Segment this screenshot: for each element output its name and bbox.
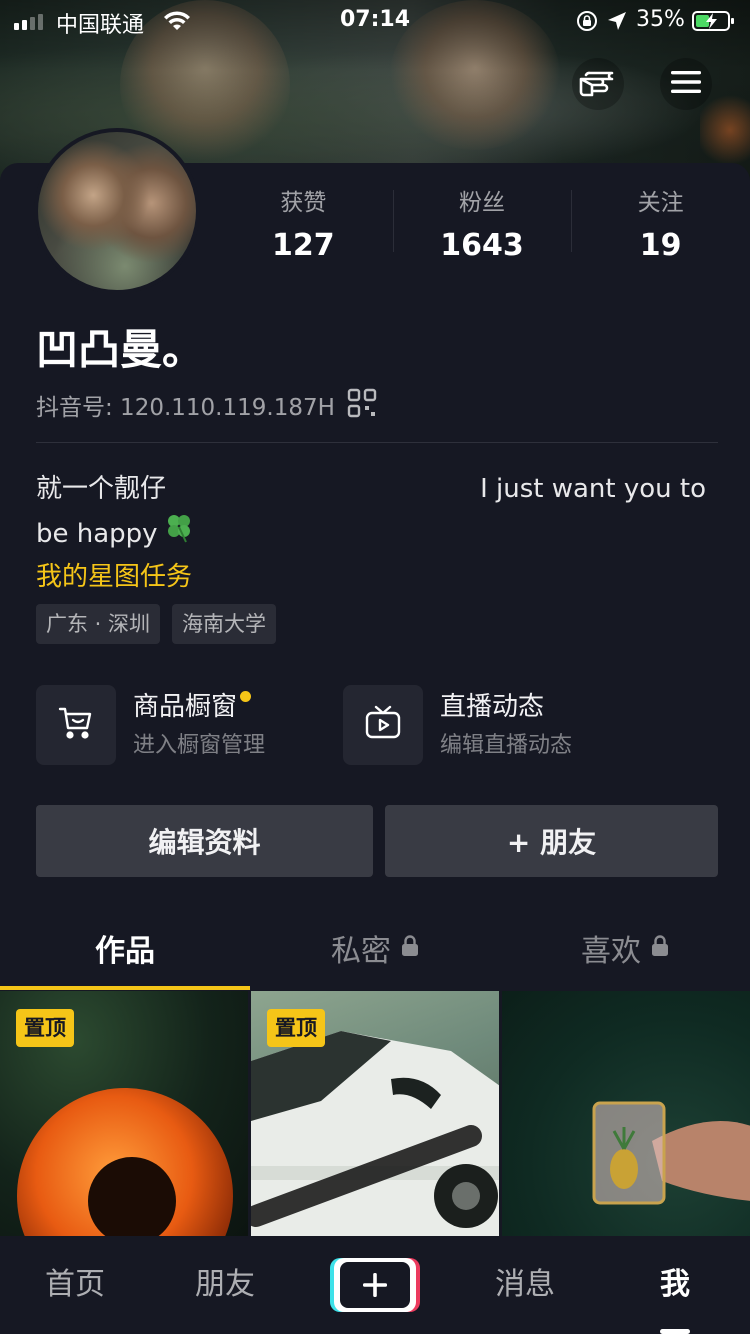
stat-value: 127 xyxy=(272,228,335,263)
banner-photo-detail xyxy=(700,90,750,170)
stat-following[interactable]: 关注 19 xyxy=(571,188,750,268)
feature-icon-box xyxy=(36,685,116,765)
nav-messages[interactable]: 消息 xyxy=(450,1236,600,1334)
profile-bio: 就一个靓仔 I just want you to be happy xyxy=(36,468,716,557)
content-tabs: 作品 私密 喜欢 xyxy=(0,905,750,990)
douyin-id-row: 抖音号: 120.110.119.187H xyxy=(36,388,377,427)
cart-icon xyxy=(58,706,94,744)
location-arrow-icon xyxy=(606,10,628,38)
plus-icon xyxy=(340,1262,410,1308)
feature-title: 直播动态 xyxy=(440,692,545,722)
qr-code-icon[interactable] xyxy=(347,388,377,427)
bottom-navigation: 首页 朋友 消息 我 xyxy=(0,1236,750,1334)
battery-charging-icon xyxy=(692,10,736,38)
glass-graphic xyxy=(592,1101,750,1205)
status-bar: 中国联通 07:14 35% xyxy=(0,0,750,42)
stat-value: 19 xyxy=(639,228,682,263)
tab-label: 私密 xyxy=(331,933,391,969)
profile-divider xyxy=(36,442,718,443)
pinned-badge: 置顶 xyxy=(16,1009,74,1047)
stat-likes[interactable]: 获赞 127 xyxy=(214,188,393,268)
battery-percent: 35% xyxy=(636,7,685,32)
pinned-badge: 置顶 xyxy=(267,1009,325,1047)
edit-profile-button[interactable]: 编辑资料 xyxy=(36,805,373,877)
create-button[interactable] xyxy=(334,1258,416,1312)
profile-tags: 广东 · 深圳 海南大学 xyxy=(36,604,277,644)
four-leaf-clover-icon xyxy=(162,510,196,557)
video-grid: 置顶 置顶 xyxy=(0,991,750,1236)
bio-line-2: be happy xyxy=(36,518,158,549)
profile-stats: 获赞 127 粉丝 1643 关注 19 xyxy=(214,188,750,268)
feature-subtitle: 编辑直播动态 xyxy=(440,733,573,758)
nav-friends[interactable]: 朋友 xyxy=(150,1236,300,1334)
tag-school[interactable]: 海南大学 xyxy=(172,604,277,644)
bio-line-1-right: I just want you to xyxy=(480,474,706,504)
hand-pointer-button[interactable] xyxy=(572,58,624,110)
tab-private[interactable]: 私密 xyxy=(250,905,500,990)
feature-subtitle: 进入橱窗管理 xyxy=(133,733,266,758)
hamburger-menu-icon xyxy=(670,69,702,99)
stat-label: 粉丝 xyxy=(459,190,505,216)
douyin-id: 抖音号: 120.110.119.187H xyxy=(36,394,335,421)
feature-live-status[interactable]: 直播动态 编辑直播动态 xyxy=(343,685,572,765)
stat-value: 1643 xyxy=(440,228,524,263)
avatar-image xyxy=(38,132,196,290)
lock-icon xyxy=(401,930,419,965)
tv-icon xyxy=(364,705,402,745)
stat-label: 获赞 xyxy=(280,190,327,216)
rotation-lock-icon xyxy=(576,10,598,38)
menu-button[interactable] xyxy=(660,58,712,110)
stat-followers[interactable]: 粉丝 1643 xyxy=(392,188,572,268)
feature-icon-box xyxy=(343,685,423,765)
tab-label: 作品 xyxy=(95,933,155,969)
video-thumbnail[interactable]: 置顶 xyxy=(0,991,248,1236)
nav-create[interactable] xyxy=(300,1258,450,1312)
video-thumbnail[interactable] xyxy=(502,991,750,1236)
feature-title-text: 商品橱窗 xyxy=(133,692,238,722)
nav-home[interactable]: 首页 xyxy=(0,1236,150,1334)
star-task-link[interactable]: 我的星图任务 xyxy=(36,557,192,597)
feature-shop-window[interactable]: 商品橱窗 进入橱窗管理 xyxy=(36,685,265,765)
lock-icon xyxy=(651,930,669,965)
avatar[interactable] xyxy=(34,128,200,294)
feature-title: 商品橱窗 xyxy=(133,687,252,727)
tag-location[interactable]: 广东 · 深圳 xyxy=(36,604,161,644)
stat-label: 关注 xyxy=(637,190,684,216)
tab-label: 喜欢 xyxy=(581,933,641,969)
profile-nickname: 凹凸曼。 xyxy=(36,325,205,374)
video-thumbnail[interactable]: 置顶 xyxy=(251,991,499,1236)
add-friend-button[interactable]: + 朋友 xyxy=(385,805,718,877)
notification-dot xyxy=(240,691,252,702)
hand-pointer-icon xyxy=(578,65,618,103)
tab-works[interactable]: 作品 xyxy=(0,905,250,990)
tab-likes[interactable]: 喜欢 xyxy=(500,905,750,990)
nav-me[interactable]: 我 xyxy=(600,1236,750,1334)
